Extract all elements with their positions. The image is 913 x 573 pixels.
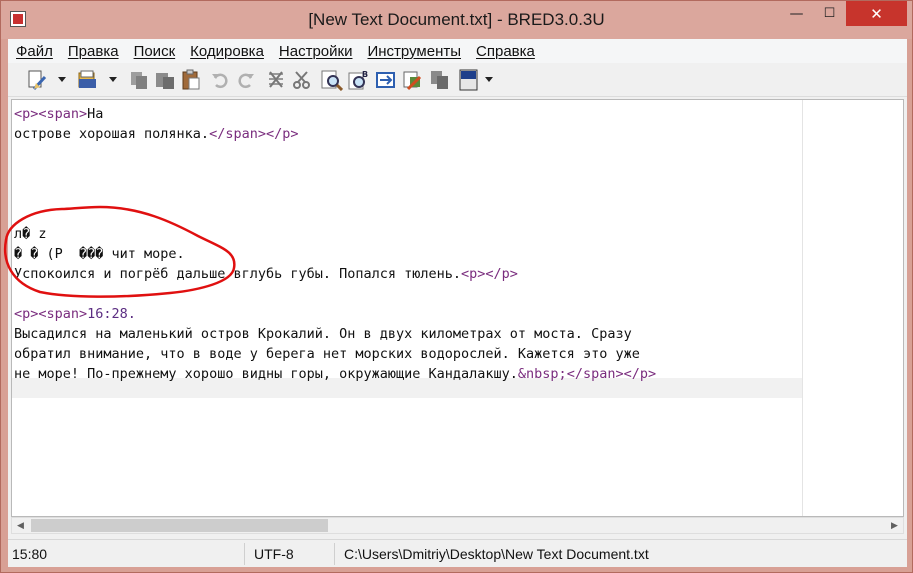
new-file-dropdown-icon[interactable]: [58, 77, 66, 82]
editor-line: <p><span>На: [14, 104, 103, 124]
text-editor[interactable]: <p><span>На острове хорошая полянка.</spa…: [11, 99, 904, 517]
find-replace-icon[interactable]: B: [347, 68, 371, 92]
status-bar: 15:80 UTF-8 C:\Users\Dmitriy\Desktop\New…: [8, 539, 907, 567]
editor-line: Успокоился и погрёб дальше вглубь губы. …: [14, 264, 518, 284]
new-file-icon[interactable]: [25, 68, 49, 92]
status-separator: [334, 543, 335, 565]
goto-icon[interactable]: [374, 68, 398, 92]
menu-edit[interactable]: Правка: [60, 43, 126, 60]
status-separator: [244, 543, 245, 565]
menu-file[interactable]: Файл: [8, 43, 60, 60]
minimize-button[interactable]: —: [780, 1, 813, 26]
client-area: Файл Правка Поиск Кодировка Настройки Ин…: [8, 39, 907, 567]
unicode-dropdown-icon[interactable]: [485, 77, 493, 82]
editor-text-span: На: [87, 106, 104, 122]
menu-settings[interactable]: Настройки: [271, 43, 360, 60]
editor-line: обратил внимание, что в воде у берега не…: [14, 344, 640, 364]
cut-all-icon[interactable]: [264, 68, 288, 92]
menu-tools[interactable]: Инструменты: [359, 43, 468, 60]
clipboard-icon[interactable]: [179, 68, 203, 92]
editor-text-span: 16:28.: [87, 306, 136, 322]
editor-line: л� z: [14, 224, 47, 244]
editor-line: Высадился на маленький остров Крокалий. …: [14, 324, 632, 344]
find-icon[interactable]: [320, 68, 344, 92]
editor-line: острове хорошая полянка.</span></p>: [14, 124, 298, 144]
menu-search[interactable]: Поиск: [126, 43, 183, 60]
scroll-thumb[interactable]: [31, 519, 328, 532]
toolbar: B: [8, 63, 907, 97]
scissors-icon[interactable]: [290, 68, 314, 92]
duplicate-icon[interactable]: [428, 68, 452, 92]
editor-text-span: не море! По-прежнему хорошо видны горы, …: [14, 366, 518, 382]
scroll-right-icon[interactable]: ▶: [886, 518, 903, 533]
editor-text-span: Высадился на маленький остров Крокалий. …: [14, 326, 632, 342]
window-title: [New Text Document.txt] - BRED3.0.3U: [308, 10, 605, 29]
file-path: C:\Users\Dmitriy\Desktop\New Text Docume…: [344, 546, 649, 562]
editor-text-span: Успокоился и погрёб дальше вглубь губы. …: [14, 266, 462, 282]
encoding-indicator: UTF-8: [254, 546, 294, 562]
unicode-icon[interactable]: [457, 68, 481, 92]
editor-text-span: &nbsp;</span></p>: [517, 366, 657, 382]
menu-bar: Файл Правка Поиск Кодировка Настройки Ин…: [8, 39, 907, 63]
cursor-position: 15:80: [12, 546, 48, 562]
app-window: [New Text Document.txt] - BRED3.0.3U — ☐…: [0, 0, 913, 573]
editor-line: не море! По-прежнему хорошо видны горы, …: [14, 364, 656, 384]
maximize-button[interactable]: ☐: [813, 1, 846, 26]
copy-icon[interactable]: [127, 68, 151, 92]
close-button[interactable]: ✕: [846, 1, 907, 26]
scroll-left-icon[interactable]: ◀: [12, 518, 29, 533]
editor-text-span: � � (Р ��� чит море.: [14, 246, 185, 262]
editor-text-span: <p></p>: [461, 266, 518, 282]
editor-text-span: обратил внимание, что в воде у берега не…: [14, 346, 640, 362]
editor-text-span: л� z: [14, 226, 47, 242]
editor-text-span: <p><span>: [14, 106, 88, 122]
editor-text-span: острове хорошая полянка.: [14, 126, 210, 142]
editor-line: <p><span>16:28.: [14, 304, 136, 324]
right-margin-guide: [802, 100, 803, 516]
undo-icon[interactable]: [208, 68, 232, 92]
redo-icon[interactable]: [234, 68, 258, 92]
svg-text:B: B: [362, 70, 368, 79]
open-file-dropdown-icon[interactable]: [109, 77, 117, 82]
menu-encoding[interactable]: Кодировка: [182, 43, 271, 60]
horizontal-scrollbar[interactable]: ◀ ▶: [11, 517, 904, 534]
highlight-icon[interactable]: [401, 68, 425, 92]
menu-help[interactable]: Справка: [468, 43, 542, 60]
paste-icon[interactable]: [153, 68, 177, 92]
open-file-icon[interactable]: [76, 68, 100, 92]
editor-line: � � (Р ��� чит море.: [14, 244, 185, 264]
title-bar[interactable]: [New Text Document.txt] - BRED3.0.3U — ☐…: [1, 1, 912, 39]
editor-text-span: <p><span>: [14, 306, 88, 322]
editor-text-span: </span></p>: [209, 126, 299, 142]
